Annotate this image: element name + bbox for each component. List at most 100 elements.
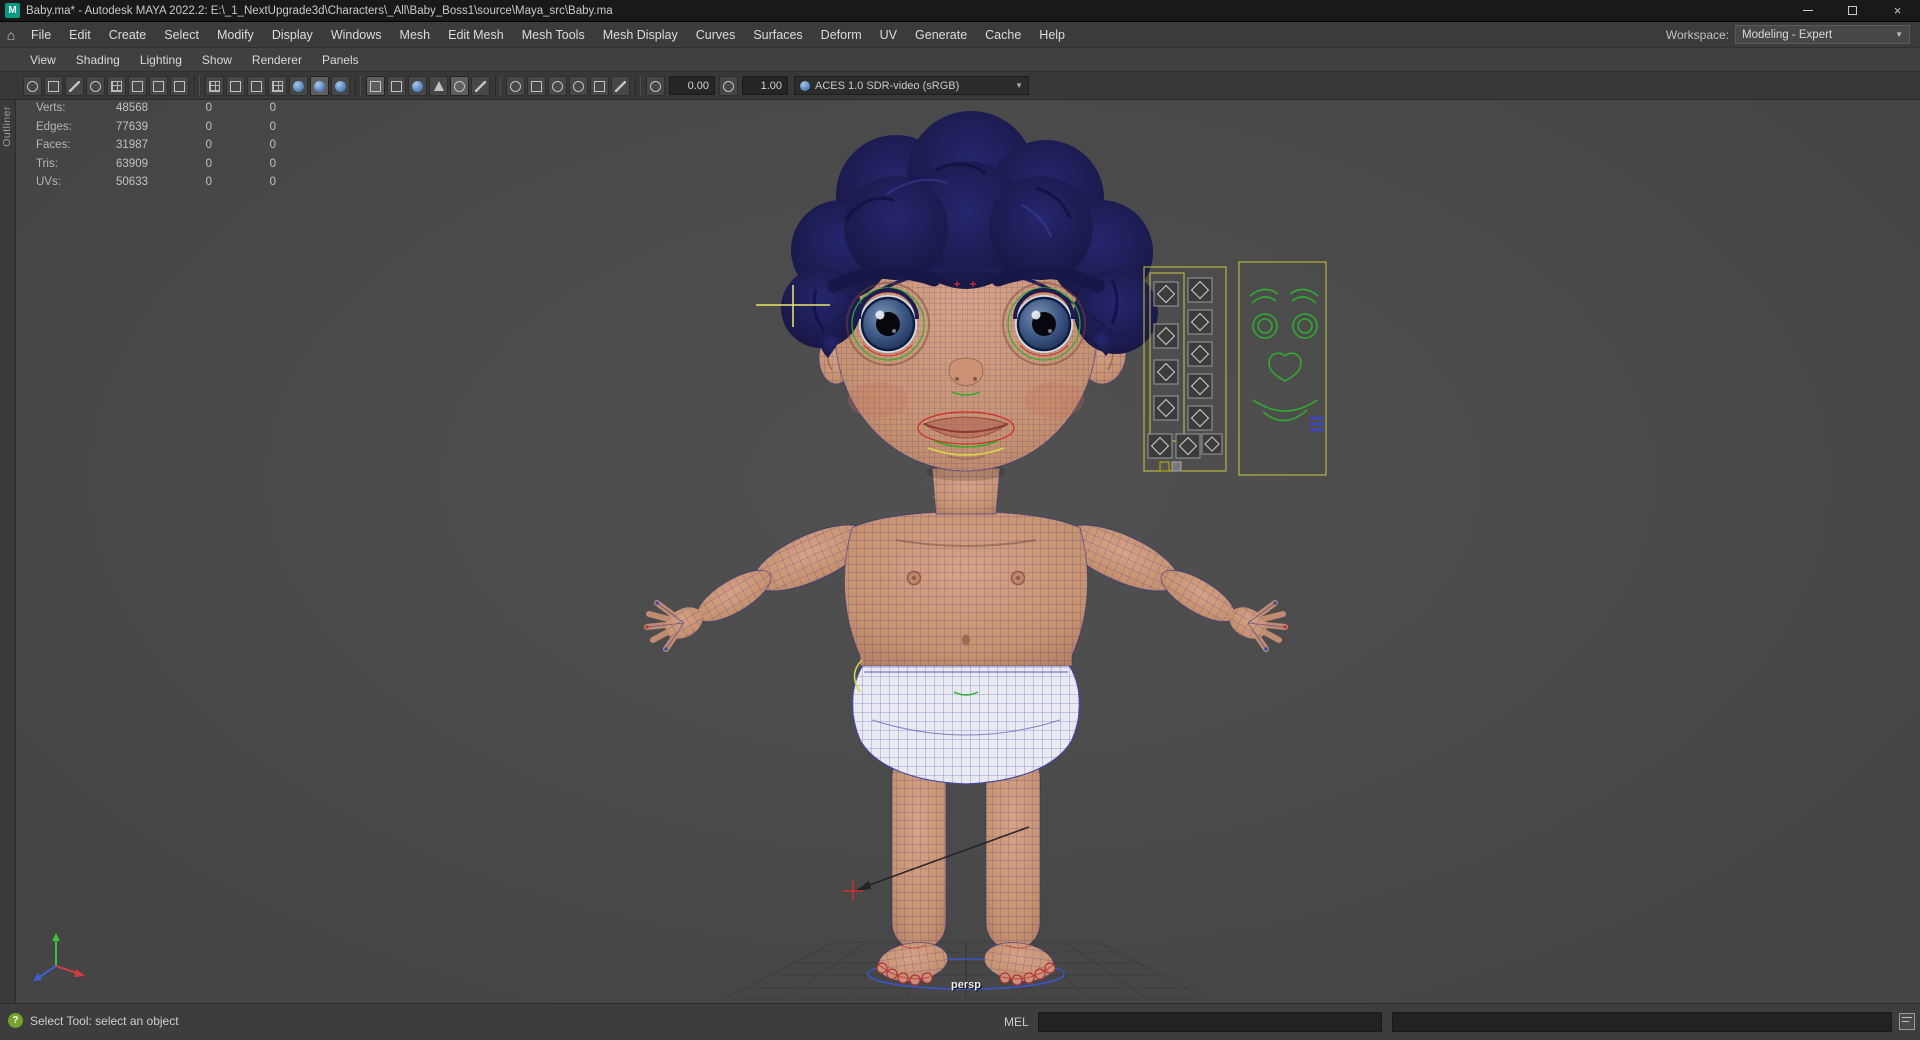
xray-icon[interactable] [387,75,406,96]
panel-menu-show[interactable]: Show [192,48,242,72]
menu-mesh-display[interactable]: Mesh Display [594,22,687,48]
toolbar-separator [355,75,361,96]
chevron-down-icon: ▼ [1895,30,1903,39]
hud-label: Faces: [36,139,71,151]
resolution-gate-icon[interactable] [149,75,168,96]
belly-button [962,634,970,646]
menu-mesh[interactable]: Mesh [391,22,440,48]
workspace-dropdown[interactable]: Modeling - Expert ▼ [1735,25,1910,44]
toolbar-separator [635,75,641,96]
right-eye [1001,281,1087,367]
menu-file[interactable]: File [22,22,60,48]
menu-create[interactable]: Create [100,22,156,48]
occlusion-icon[interactable] [450,75,469,96]
use-default-material-icon[interactable] [331,75,350,96]
fog-icon[interactable] [527,75,546,96]
menu-edit[interactable]: Edit [60,22,100,48]
hud-label: Tris: [36,157,58,170]
diaper [851,657,1081,785]
viewport-canvas[interactable]: .skin{fill:url(#skinG);} .mesh{fill:url(… [16,100,1920,1003]
axis-gizmo [33,933,85,981]
safe-action-icon[interactable] [226,75,245,96]
grid-icon[interactable] [107,75,126,96]
script-editor-icon[interactable] [1899,1013,1915,1030]
exposure-toggle-icon[interactable] [646,75,665,96]
film-gate-icon[interactable] [128,75,147,96]
menu-display[interactable]: Display [263,22,322,48]
hud-label: Verts: [36,102,66,114]
status-bar: ? Select Tool: select an object MEL [0,1003,1920,1040]
close-button[interactable]: × [1875,0,1920,22]
image-plane-icon[interactable] [65,75,84,96]
outliner-tab[interactable]: Outliner [1,106,15,147]
main-menu-bar: ⌂ File Edit Create Select Modify Display… [0,22,1920,48]
wireframe-icon[interactable] [268,75,287,96]
toolbar-separator [495,75,501,96]
title-bar: M Baby.ma* - Autodesk MAYA 2022.2: E:\_1… [0,0,1920,22]
mel-toggle[interactable]: MEL [1004,1015,1029,1029]
isolate-select-icon[interactable] [506,75,525,96]
menu-generate[interactable]: Generate [906,22,976,48]
left-eye [845,281,931,367]
menu-help[interactable]: Help [1030,22,1074,48]
menu-select[interactable]: Select [155,22,208,48]
window-title: Baby.ma* - Autodesk MAYA 2022.2: E:\_1_N… [26,4,613,17]
workspace-value: Modeling - Expert [1742,28,1833,41]
menu-edit-mesh[interactable]: Edit Mesh [439,22,513,48]
2d-pan-zoom-icon[interactable] [86,75,105,96]
panel-menu-panels[interactable]: Panels [312,48,369,72]
camera-label: persp [951,979,981,991]
menu-deform[interactable]: Deform [812,22,871,48]
home-icon[interactable]: ⌂ [0,27,22,43]
help-line-text: Select Tool: select an object [30,1013,179,1028]
panel-menu-renderer[interactable]: Renderer [242,48,312,72]
maximize-button[interactable] [1830,0,1875,22]
anti-alias-icon[interactable] [569,75,588,96]
safe-title-icon[interactable] [247,75,266,96]
hud-label: Edges: [36,120,72,133]
camera-attributes-icon[interactable] [23,75,42,96]
exposure-field[interactable] [669,76,715,95]
panel-menu-shading[interactable]: Shading [66,48,130,72]
chevron-down-icon: ▼ [1015,81,1023,90]
wireframe-on-shaded-icon[interactable] [366,75,385,96]
panel-menu-lighting[interactable]: Lighting [130,48,192,72]
workspace-label: Workspace: [1665,27,1729,42]
minimize-button[interactable] [1785,0,1830,22]
menu-windows[interactable]: Windows [322,22,391,48]
perspective-viewport[interactable]: Outliner Verts: 48568 0 0 Edges: 77639 0… [0,100,1920,1003]
debug-shading-icon[interactable] [611,75,630,96]
colorspace-value: ACES 1.0 SDR-video (sRGB) [815,79,960,92]
maya-window: M Baby.ma* - Autodesk MAYA 2022.2: E:\_1… [0,0,1920,1040]
shadows-icon[interactable] [429,75,448,96]
bookmark-icon[interactable] [44,75,63,96]
colorspace-dropdown[interactable]: ACES 1.0 SDR-video (sRGB) ▼ [794,76,1029,95]
depth-of-field-icon[interactable] [548,75,567,96]
panel-menu-view[interactable]: View [20,48,66,72]
face-control-panel-switches[interactable] [1143,266,1227,472]
face-control-panel-shapes[interactable] [1238,261,1327,476]
textured-icon[interactable] [310,75,329,96]
baby-model[interactable] [644,111,1288,990]
menu-mesh-tools[interactable]: Mesh Tools [513,22,594,48]
lighting-icon[interactable] [408,75,427,96]
smooth-shade-icon[interactable] [289,75,308,96]
field-chart-icon[interactable] [205,75,224,96]
motion-blur-icon[interactable] [471,75,490,96]
help-icon: ? [8,1013,23,1028]
command-output-field[interactable] [1392,1012,1892,1032]
gamma-toggle-icon[interactable] [719,75,738,96]
nose [948,357,984,386]
panel-toolbar: ACES 1.0 SDR-video (sRGB) ▼ [0,72,1920,100]
menu-modify[interactable]: Modify [208,22,263,48]
mel-command-input[interactable] [1038,1012,1382,1032]
gamma-field[interactable] [742,76,788,95]
gate-mask-icon[interactable] [170,75,189,96]
menu-uv[interactable]: UV [871,22,906,48]
viewport-renderer-icon[interactable] [590,75,609,96]
menu-surfaces[interactable]: Surfaces [744,22,811,48]
menu-cache[interactable]: Cache [976,22,1030,48]
menu-curves[interactable]: Curves [687,22,745,48]
color-management-icon [800,80,810,91]
toolbar-separator [194,75,200,96]
